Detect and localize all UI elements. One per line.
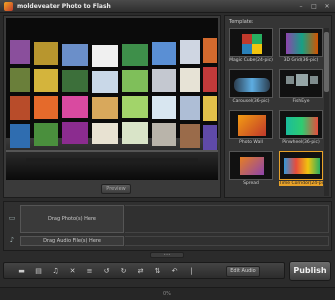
bottom-toolbar: ▬ ▤ ♫ ✕ ≡ ↺ ↻ ⇄ ⇅ ↶ | Edit Audio bbox=[3, 262, 285, 279]
template-caption: Time Corridor(24-pic) bbox=[279, 181, 328, 186]
template-thumbnail bbox=[229, 69, 273, 98]
progress-percent: 0% bbox=[163, 291, 171, 297]
undo-icon[interactable]: ↶ bbox=[169, 266, 180, 277]
photo-track-icon: ▭ bbox=[8, 214, 16, 222]
resize-handle[interactable]: ••• bbox=[150, 252, 184, 258]
template-grid: Magic Cube(24-pic) 3D Grid(36-pic) Carou… bbox=[229, 28, 328, 188]
preview-panel: Preview bbox=[3, 15, 221, 198]
delete-icon[interactable]: ✕ bbox=[67, 266, 78, 277]
template-caption: Carousel(36-pic) bbox=[232, 99, 270, 104]
template-thumbnail bbox=[279, 28, 323, 57]
template-caption: Spread bbox=[243, 181, 259, 186]
template-caption: FishEye bbox=[292, 99, 310, 104]
template-thumbnail bbox=[279, 69, 323, 98]
template-caption: Photo Wall bbox=[239, 140, 263, 145]
template-thumbnail bbox=[229, 151, 273, 180]
template-time-corridor[interactable]: Time Corridor(24-pic) bbox=[279, 151, 328, 188]
edit-audio-button[interactable]: Edit Audio bbox=[226, 266, 260, 277]
list-icon[interactable]: ≡ bbox=[84, 266, 95, 277]
rotate-left-icon[interactable]: ↺ bbox=[101, 266, 112, 277]
title-bar: moldeveater Photo to Flash – □ ✕ bbox=[0, 0, 335, 13]
template-thumbnail bbox=[279, 151, 323, 180]
swap-icon[interactable]: ⇄ bbox=[135, 266, 146, 277]
film-icon[interactable]: ▬ bbox=[16, 266, 27, 277]
slideshow-icon[interactable]: ▤ bbox=[33, 266, 44, 277]
minimize-button[interactable]: – bbox=[296, 2, 306, 11]
template-fisheye[interactable]: FishEye bbox=[279, 69, 323, 106]
close-button[interactable]: ✕ bbox=[322, 2, 332, 11]
window-controls: – □ ✕ bbox=[296, 2, 332, 11]
status-bar: 0% bbox=[0, 287, 335, 300]
template-scrollbar[interactable] bbox=[324, 28, 329, 196]
template-label: Template: bbox=[229, 19, 254, 25]
photo-drop-zone[interactable]: Drag Photo(s) Here bbox=[20, 205, 124, 233]
time-corridor-preview bbox=[6, 18, 218, 180]
template-photo-wall[interactable]: Photo Wall bbox=[229, 110, 273, 147]
rotate-right-icon[interactable]: ↻ bbox=[118, 266, 129, 277]
audio-track[interactable] bbox=[125, 236, 329, 246]
audio-drop-zone[interactable]: Drag Audio File(s) Here bbox=[20, 236, 124, 246]
template-panel: Template: Magic Cube(24-pic) 3D Grid(36-… bbox=[224, 15, 332, 198]
preview-stage bbox=[6, 18, 218, 180]
template-thumbnail bbox=[279, 110, 323, 139]
separator-icon: | bbox=[190, 267, 193, 275]
template-thumbnail bbox=[229, 28, 273, 57]
template-thumbnail bbox=[229, 110, 273, 139]
template-caption: Magic Cube(24-pic) bbox=[229, 58, 273, 63]
timeline-panel: ▭ Drag Photo(s) Here ♪ Drag Audio File(s… bbox=[3, 201, 332, 251]
template-spread[interactable]: Spread bbox=[229, 151, 273, 188]
maximize-button[interactable]: □ bbox=[309, 2, 319, 11]
audio-track-icon: ♪ bbox=[9, 236, 15, 244]
publish-button[interactable]: Publish bbox=[289, 261, 331, 281]
template-pinwheel[interactable]: Pinwheel(36-pic) bbox=[279, 110, 323, 147]
template-magic-cube[interactable]: Magic Cube(24-pic) bbox=[229, 28, 273, 65]
photo-track[interactable] bbox=[125, 205, 329, 233]
flip-icon[interactable]: ⇅ bbox=[152, 266, 163, 277]
window-title: moldeveater Photo to Flash bbox=[17, 3, 111, 10]
template-caption: Pinwheel(36-pic) bbox=[282, 140, 320, 145]
template-carousel[interactable]: Carousel(36-pic) bbox=[229, 69, 273, 106]
scrollbar-thumb[interactable] bbox=[324, 32, 329, 92]
template-caption: 3D Grid(36-pic) bbox=[283, 58, 319, 63]
music-icon[interactable]: ♫ bbox=[50, 266, 61, 277]
preview-button[interactable]: Preview bbox=[101, 184, 131, 194]
template-3d-grid[interactable]: 3D Grid(36-pic) bbox=[279, 28, 323, 65]
app-logo-icon bbox=[4, 2, 13, 11]
